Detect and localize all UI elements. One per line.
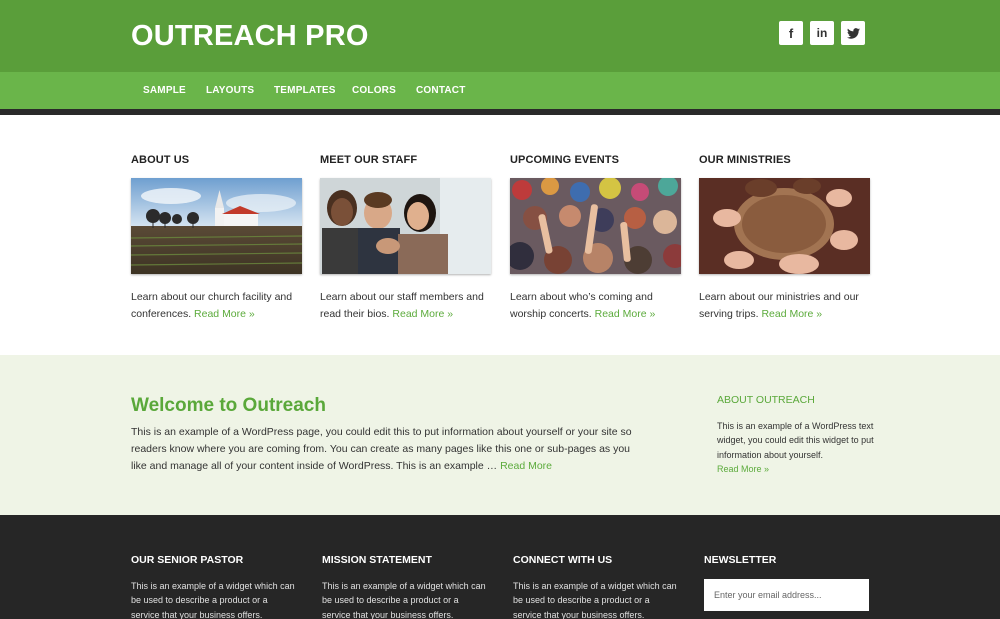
footer-widget-text: This is an example of a widget which can… <box>513 581 677 619</box>
read-more-link[interactable]: Read More » <box>392 308 453 320</box>
nav-item-layouts[interactable]: LAYOUTS <box>206 85 254 96</box>
footer-widget-title-mission-statement: MISSION STATEMENT <box>322 554 432 566</box>
nav-divider <box>0 109 1000 115</box>
footer-widget-text: This is an example of a widget which can… <box>131 581 295 619</box>
welcome-body: This is an example of a WordPress page, … <box>131 426 632 472</box>
nav-item-templates[interactable]: TEMPLATES <box>274 85 336 96</box>
church-image[interactable] <box>131 178 302 274</box>
feature-text-meet-our-staff: Learn about our staff members and read t… <box>320 289 495 323</box>
sidebar-read-more-link[interactable]: Read More » <box>717 464 769 474</box>
feature-title-our-ministries: OUR MINISTRIES <box>699 154 791 166</box>
feature-title-about-us: ABOUT US <box>131 154 190 166</box>
welcome-title[interactable]: Welcome to Outreach <box>131 395 326 417</box>
welcome-text: This is an example of a WordPress page, … <box>131 424 641 475</box>
feature-text-upcoming-events: Learn about who’s coming and worship con… <box>510 289 685 323</box>
nav-item-colors[interactable]: COLORS <box>352 85 396 96</box>
nav-item-contact[interactable]: CONTACT <box>416 85 466 96</box>
site-header: OUTREACH PRO f in <box>0 0 1000 72</box>
events-image[interactable] <box>510 178 681 274</box>
ministries-image[interactable] <box>699 178 870 274</box>
site-title[interactable]: OUTREACH PRO <box>131 20 369 53</box>
footer-widget-text: This is an example of a widget which can… <box>322 581 486 619</box>
feature-title-meet-our-staff: MEET OUR STAFF <box>320 154 418 166</box>
feature-text-our-ministries: Learn about our ministries and our servi… <box>699 289 874 323</box>
feature-text-about-us: Learn about our church facility and conf… <box>131 289 306 323</box>
sidebar-widget-text: This is an example of a WordPress text w… <box>717 419 877 476</box>
read-more-link[interactable]: Read More » <box>595 308 656 320</box>
read-more-link[interactable]: Read More » <box>761 308 822 320</box>
sidebar-widget-title: ABOUT OUTREACH <box>717 394 815 406</box>
read-more-link[interactable]: Read More » <box>194 308 255 320</box>
footer-widget-title-newsletter: NEWSLETTER <box>704 554 777 566</box>
newsletter-email-input[interactable] <box>704 579 869 611</box>
sidebar-body: This is an example of a WordPress text w… <box>717 421 874 460</box>
footer-widget-title-connect-with-us: CONNECT WITH US <box>513 554 613 566</box>
footer-widget-title-senior-pastor: OUR SENIOR PASTOR <box>131 554 244 566</box>
primary-nav: SAMPLE LAYOUTS TEMPLATES COLORS CONTACT <box>0 72 1000 109</box>
linkedin-icon[interactable]: in <box>810 21 834 45</box>
facebook-icon[interactable]: f <box>779 21 803 45</box>
welcome-read-more-link[interactable]: Read More <box>500 460 552 472</box>
feature-title-upcoming-events: UPCOMING EVENTS <box>510 154 620 166</box>
staff-image[interactable] <box>320 178 491 274</box>
twitter-icon[interactable] <box>841 21 865 45</box>
nav-item-sample[interactable]: SAMPLE <box>143 85 186 96</box>
